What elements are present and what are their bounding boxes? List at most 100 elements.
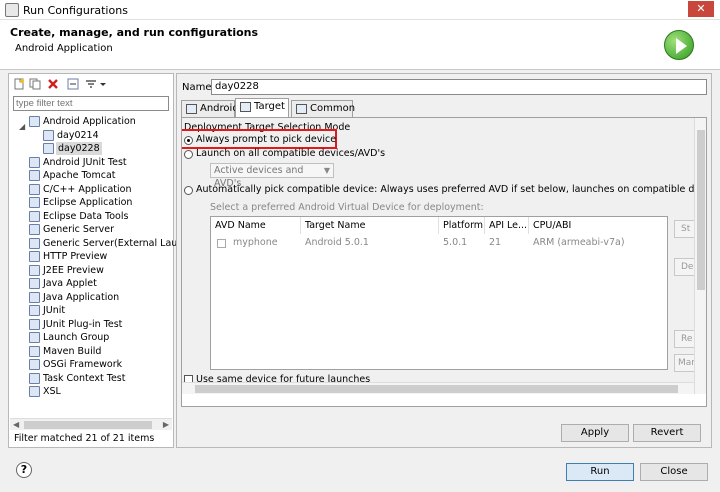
avd-table: AVD Name Target Name Platform API Le... … (210, 216, 668, 370)
osgi-icon (29, 359, 40, 370)
cpu-abi-cell: ARM (armeabi-v7a) (533, 237, 625, 248)
delete-config-icon[interactable] (47, 78, 59, 90)
server-icon (29, 251, 40, 262)
eclipse-icon (29, 197, 40, 208)
apply-button[interactable]: Apply (561, 424, 629, 442)
configuration-editor-panel: Name: day0228 Android Target Common Depl… (176, 73, 712, 448)
server-icon (29, 237, 40, 249)
platform-cell: 5.0.1 (443, 237, 468, 248)
common-tab-icon (296, 104, 307, 114)
tree-item-label: day0228 (56, 142, 102, 155)
duplicate-config-icon[interactable] (29, 78, 41, 90)
tab-common[interactable]: Common (291, 100, 356, 117)
config-icon (43, 143, 54, 154)
filter-icon[interactable] (85, 78, 97, 90)
tree-item-label: Generic Server(External Launch (43, 237, 195, 249)
tree-item-label: C/C++ Application (43, 183, 132, 195)
target-tab-scroll-area: Deployment Target Selection Mode Always … (182, 118, 694, 394)
tree-item-label: Eclipse Application (43, 197, 133, 208)
junit-icon (29, 156, 40, 168)
maven-icon (29, 345, 40, 357)
tree-item-label: HTTP Preview (43, 251, 108, 262)
name-label: Name: (182, 82, 215, 93)
new-config-icon[interactable] (13, 78, 25, 90)
tab-android[interactable]: Android (181, 100, 239, 117)
tree-item-label: Apache Tomcat (43, 170, 116, 181)
header-subtitle: Android Application (15, 43, 113, 54)
xsl-icon (29, 386, 40, 397)
tree-item-label: JUnit (43, 305, 66, 316)
revert-button[interactable]: Revert (633, 424, 701, 442)
avd-name-cell: myphone (233, 237, 278, 248)
filter-matched-status: Filter matched 21 of 21 items (14, 433, 155, 444)
name-field[interactable]: day0228 (211, 79, 707, 95)
applet-icon (29, 278, 40, 289)
scrollbar-thumb[interactable] (195, 385, 678, 393)
run-config-app-icon (5, 3, 19, 17)
tab-vertical-scrollbar[interactable] (694, 118, 706, 394)
scroll-left-icon[interactable]: ◀ (13, 420, 19, 429)
filter-menu-chevron-down-icon[interactable] (99, 78, 107, 90)
tree-item-label: Java Applet (43, 278, 97, 289)
tree-item-label: Java Application (43, 291, 120, 303)
refresh-avd-button[interactable]: Re (674, 330, 694, 348)
tree-item-label: day0214 (57, 129, 99, 141)
launch-all-radio[interactable] (184, 150, 193, 159)
tomcat-icon (29, 170, 40, 181)
tree-item-label: OSGi Framework (43, 359, 123, 370)
target-tab-icon (240, 102, 251, 112)
auto-pick-label: Automatically pick compatible device: Al… (196, 184, 694, 195)
window-close-button[interactable]: ✕ (688, 1, 714, 17)
col-target-name[interactable]: Target Name (301, 217, 439, 234)
tab-common-label: Common (310, 103, 356, 114)
tree-item-label: JUnit Plug-in Test (43, 318, 123, 330)
chevron-down-icon: ▼ (323, 166, 330, 175)
tab-android-label: Android (200, 103, 239, 114)
window-title: Run Configurations (23, 4, 128, 17)
junit-icon (29, 318, 40, 330)
java-app-icon (29, 291, 40, 303)
start-avd-button[interactable]: St (674, 220, 694, 238)
scroll-right-icon[interactable]: ▶ (163, 420, 169, 429)
tab-horizontal-scrollbar[interactable] (182, 382, 694, 394)
scrollbar-thumb[interactable] (697, 130, 705, 290)
always-prompt-radio[interactable] (184, 136, 193, 145)
tree-item-label: Android Application (43, 116, 136, 127)
col-api-level[interactable]: API Le... (485, 217, 529, 234)
avd-hint: Select a preferred Android Virtual Devic… (210, 202, 484, 213)
cpp-icon (29, 183, 40, 195)
col-avd-name[interactable]: AVD Name (211, 217, 301, 234)
launch-all-label: Launch on all compatible devices/AVD's (196, 148, 386, 159)
junit-icon (29, 305, 40, 316)
api-level-cell: 21 (489, 237, 502, 248)
device-type-select[interactable]: Active devices and AVD's ▼ (210, 163, 334, 189)
config-icon (43, 129, 54, 141)
android-app-icon (29, 116, 40, 127)
configuration-list-panel: ◢ Android Application day0214day0228Andro… (8, 73, 195, 448)
close-button[interactable]: Close (640, 463, 708, 481)
tree-item-label: Android JUnit Test (43, 156, 127, 168)
scrollbar-thumb[interactable] (24, 421, 152, 429)
manager-avd-button[interactable]: Mar (674, 354, 694, 372)
filter-input[interactable] (13, 96, 169, 111)
col-cpu-abi[interactable]: CPU/ABI (529, 217, 668, 234)
launch-group-icon (29, 332, 40, 343)
run-button[interactable]: Run (566, 463, 634, 481)
help-icon[interactable]: ? (16, 462, 32, 478)
header-title: Create, manage, and run configurations (10, 26, 259, 39)
expand-twistie-icon[interactable]: ◢ (19, 122, 25, 131)
tree-horizontal-scrollbar[interactable]: ◀ ▶ (10, 418, 172, 430)
auto-pick-radio[interactable] (184, 186, 193, 195)
dialog-header: Create, manage, and run configurations A… (0, 20, 720, 70)
collapse-all-icon[interactable] (67, 78, 79, 90)
tree-item-label: Maven Build (43, 345, 102, 357)
details-avd-button[interactable]: De (674, 258, 694, 276)
tab-target[interactable]: Target (235, 98, 289, 117)
tree-item-label: XSL (43, 386, 61, 397)
server-icon (29, 224, 40, 235)
title-bar: Run Configurations ✕ (0, 0, 720, 20)
col-platform[interactable]: Platform (439, 217, 485, 234)
avd-row-checkbox[interactable] (217, 239, 226, 248)
data-tools-icon (29, 210, 40, 222)
android-tab-icon (186, 104, 197, 114)
